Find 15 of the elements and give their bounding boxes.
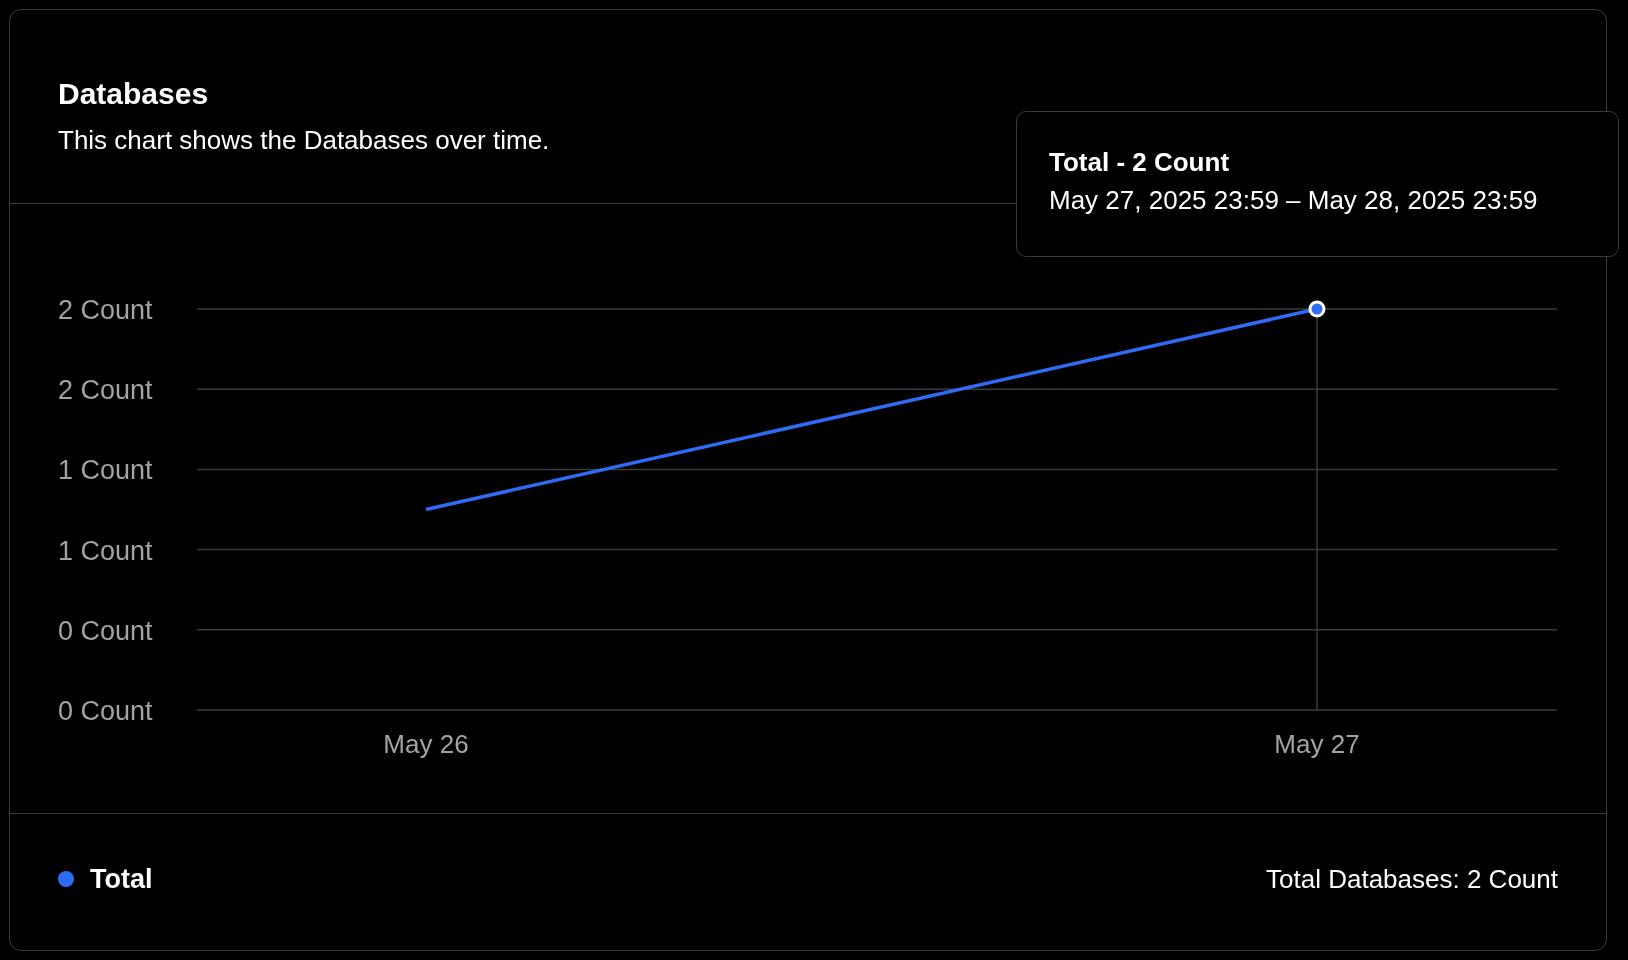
y-tick-label: 2 Count xyxy=(58,295,153,325)
summary-text: Total Databases: 2 Count xyxy=(1266,862,1558,896)
data-point xyxy=(1308,300,1326,318)
x-tick-label: May 26 xyxy=(383,729,469,759)
legend-label: Total xyxy=(90,862,153,896)
tooltip-title: Total - 2 Count xyxy=(1049,146,1231,178)
y-tick-label: 2 Count xyxy=(58,375,153,406)
x-tick-label: May 27 xyxy=(1274,729,1360,759)
tooltip-range: May 27, 2025 23:59 – May 28, 2025 23:59 xyxy=(1049,184,1539,216)
y-tick-label: 1 Count xyxy=(58,455,153,486)
y-tick-label: 1 Count xyxy=(58,535,153,566)
card-title: Databases xyxy=(58,76,210,112)
y-tick-label: 0 Count xyxy=(58,615,153,646)
y-tick-label: 0 Count xyxy=(58,696,153,726)
card-description: This chart shows the Databases over time. xyxy=(58,124,551,156)
